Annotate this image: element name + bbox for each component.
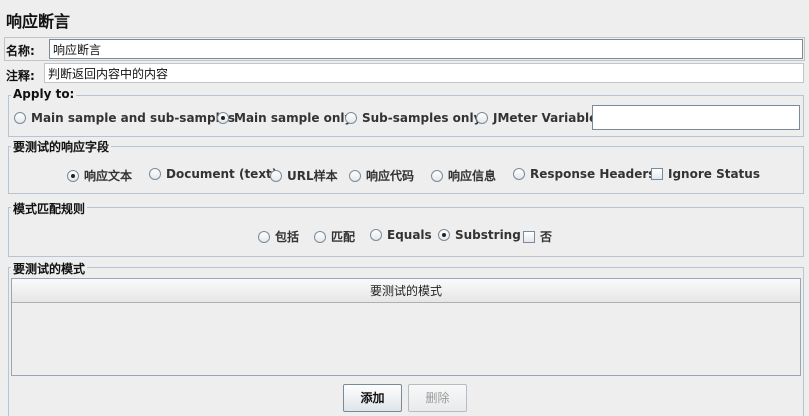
radio-indicator xyxy=(513,168,525,180)
radio-label: Equals xyxy=(387,228,432,242)
radio-label: 匹配 xyxy=(331,230,356,244)
rule-substring-radio[interactable]: Substring xyxy=(438,228,521,242)
radio-indicator xyxy=(476,112,488,124)
radio-indicator xyxy=(270,169,282,182)
field-response-headers-radio[interactable]: Response Headers xyxy=(513,167,655,181)
rule-contains-radio[interactable]: 包括 xyxy=(258,228,299,245)
radio-label: Sub-samples only xyxy=(362,111,482,125)
field-document-text-radio[interactable]: Document (text) xyxy=(149,167,277,181)
radio-label: URL样本 xyxy=(287,169,338,183)
comment-label: 注释: xyxy=(6,69,35,83)
patterns-table[interactable]: 要测试的模式 xyxy=(11,278,801,376)
radio-label: 响应代码 xyxy=(366,169,415,183)
ignore-status-checkbox[interactable]: Ignore Status xyxy=(651,167,760,181)
patterns-column-header[interactable]: 要测试的模式 xyxy=(12,279,800,303)
rule-not-checkbox[interactable]: 否 xyxy=(523,228,552,245)
delete-button[interactable]: 删除 xyxy=(408,384,467,412)
apply-jmeter-variable-radio[interactable]: JMeter Variable xyxy=(476,111,597,125)
radio-label: 响应文本 xyxy=(84,169,133,183)
checkbox-indicator xyxy=(651,168,663,180)
radio-indicator xyxy=(149,168,161,180)
apply-main-and-sub-radio[interactable]: Main sample and sub-samples xyxy=(14,111,235,125)
radio-indicator xyxy=(217,112,229,124)
panel-title: 响应断言 xyxy=(6,12,71,31)
radio-indicator xyxy=(345,112,357,124)
rule-equals-radio[interactable]: Equals xyxy=(370,228,432,242)
rule-matches-radio[interactable]: 匹配 xyxy=(314,228,355,245)
radio-indicator xyxy=(258,230,270,243)
radio-indicator xyxy=(67,169,79,182)
radio-label: Document (text) xyxy=(166,167,278,181)
checkbox-label: 否 xyxy=(540,230,553,244)
apply-to-legend: Apply to: xyxy=(11,87,77,101)
radio-label: JMeter Variable xyxy=(493,111,598,125)
radio-label: Substring xyxy=(455,228,521,242)
jmeter-variable-input[interactable] xyxy=(592,105,800,130)
name-label: 名称: xyxy=(6,44,35,58)
checkbox-label: Ignore Status xyxy=(668,167,760,181)
radio-label: 包括 xyxy=(275,230,300,244)
name-input[interactable] xyxy=(49,39,803,59)
field-response-text-radio[interactable]: 响应文本 xyxy=(67,167,132,184)
field-response-message-radio[interactable]: 响应信息 xyxy=(431,167,496,184)
radio-indicator xyxy=(314,230,326,243)
radio-indicator xyxy=(431,169,443,182)
radio-indicator xyxy=(349,169,361,182)
pattern-rules-legend: 模式匹配规则 xyxy=(11,200,88,217)
radio-indicator xyxy=(14,112,26,124)
radio-label: Main sample and sub-samples xyxy=(31,111,236,125)
radio-label: Main sample only xyxy=(234,111,353,125)
add-button[interactable]: 添加 xyxy=(343,384,402,412)
checkbox-indicator xyxy=(523,230,535,243)
patterns-legend: 要测试的模式 xyxy=(11,260,88,277)
apply-main-only-radio[interactable]: Main sample only xyxy=(217,111,352,125)
field-url-sample-radio[interactable]: URL样本 xyxy=(270,167,338,184)
apply-sub-only-radio[interactable]: Sub-samples only xyxy=(345,111,481,125)
radio-label: Response Headers xyxy=(530,167,656,181)
field-response-code-radio[interactable]: 响应代码 xyxy=(349,167,414,184)
radio-indicator xyxy=(370,229,382,241)
field-to-test-legend: 要测试的响应字段 xyxy=(11,138,112,155)
comment-input[interactable] xyxy=(44,63,804,83)
radio-indicator xyxy=(438,229,450,241)
radio-label: 响应信息 xyxy=(448,169,497,183)
